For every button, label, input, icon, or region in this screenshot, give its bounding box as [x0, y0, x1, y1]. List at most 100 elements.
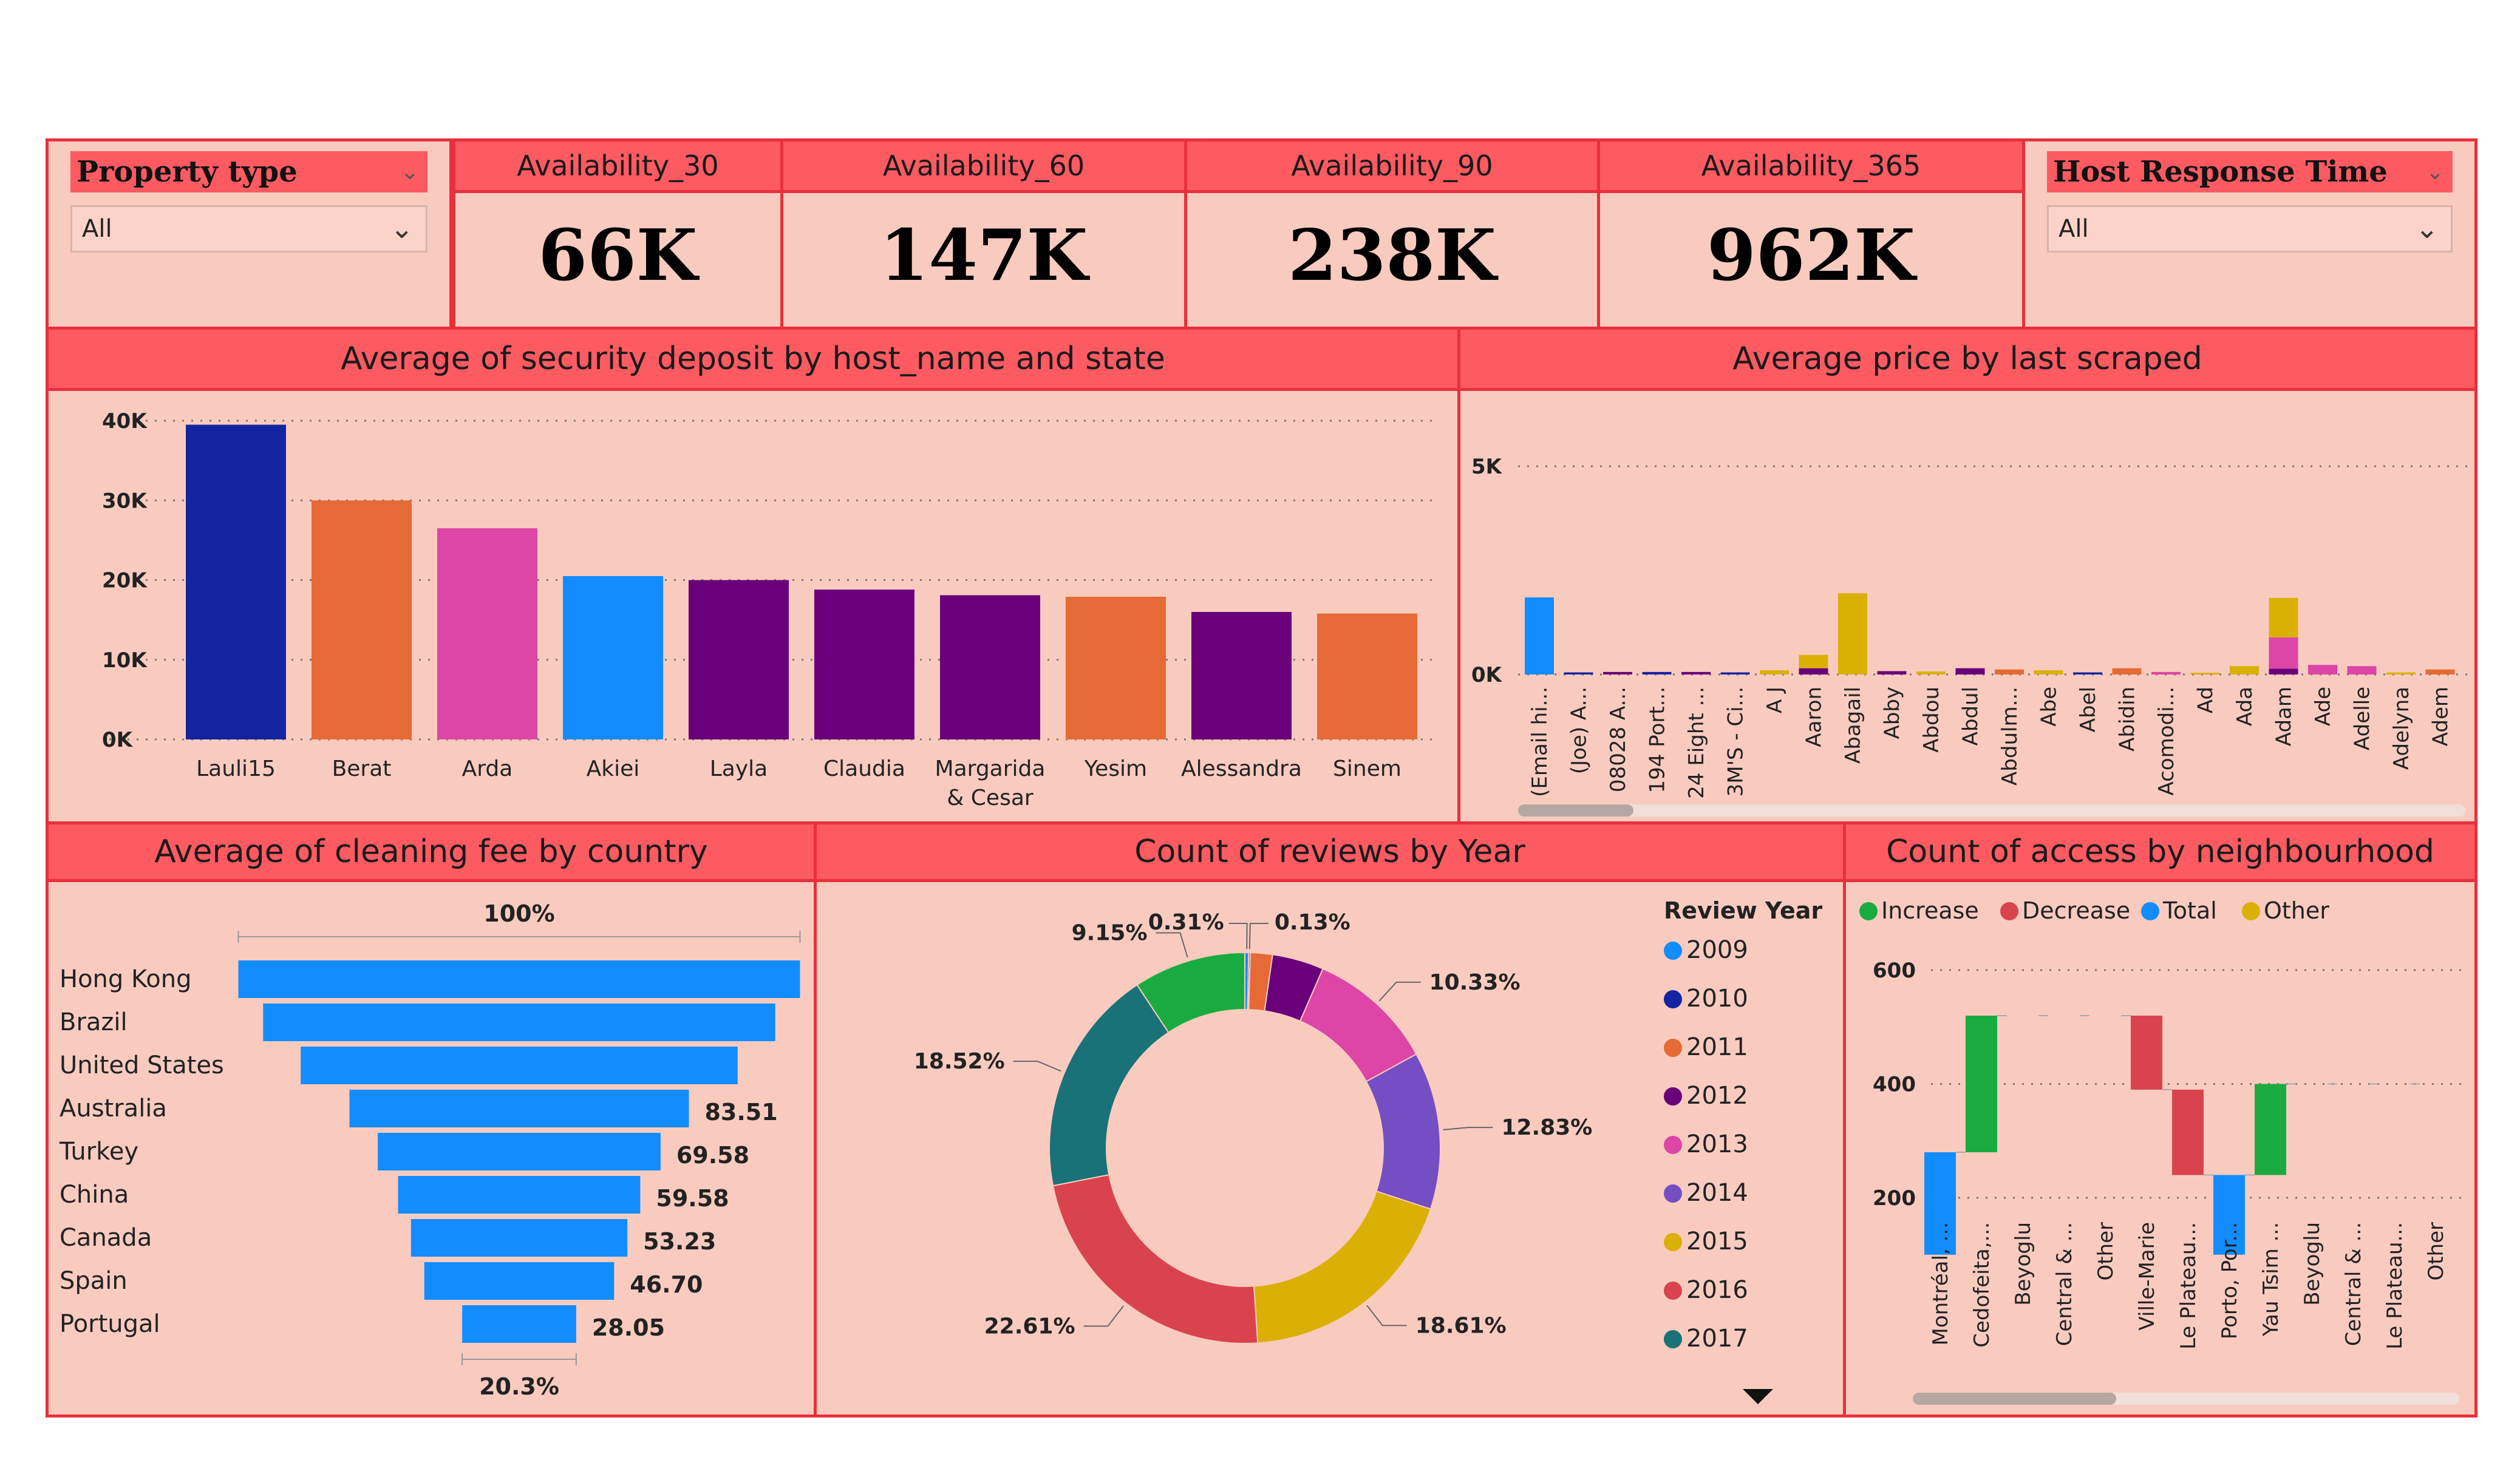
cleaning-fee-chart: 100% Hong Kong Brazil United States Australi… [59, 900, 801, 1400]
x-tick-label: Adem [2429, 687, 2453, 746]
data-label: 59.58 [656, 1185, 729, 1212]
access-chart-panel: Count of access by neighbourhood Increas… [1843, 821, 2477, 1418]
leader-line [1248, 923, 1269, 949]
legend-label: 2016 [1686, 1276, 1748, 1304]
security-deposit-chart-panel: Average of security deposit by host_name… [46, 327, 1460, 824]
price-chart: 0K 5K (Email hi... (Joe) A... 08028 A... 194 … [1471, 455, 2468, 817]
donut-slice [1049, 983, 1170, 1187]
legend-label: Other [2264, 897, 2329, 924]
x-tick-label: Abagail [1841, 687, 1865, 764]
x-tick-label: Beyoglu [2011, 1222, 2035, 1306]
kpi-value: 147K [879, 214, 1088, 297]
chevron-down-icon[interactable]: ⌄ [2415, 212, 2439, 245]
property-type-value: All [82, 215, 112, 243]
y-tick-label: 400 [1873, 1073, 1916, 1097]
y-tick-label: 5K [1471, 455, 1503, 479]
bar-segment [1916, 671, 1946, 674]
legend-marker [1859, 902, 1878, 920]
x-tick-label: Adam [2272, 687, 2297, 746]
x-tick-label: Layla [710, 756, 768, 781]
y-tick-label: 30K [102, 489, 148, 513]
price-chart-panel: Average price by last scraped 0K 5K (Email… [1457, 327, 2477, 824]
x-tick-label: Abdou [1919, 687, 1944, 753]
y-tick-label: 600 [1873, 959, 1916, 983]
x-tick-label: Acomodi... [2154, 687, 2179, 796]
data-label: 22.61% [984, 1314, 1075, 1339]
data-label: 10.33% [1429, 970, 1521, 995]
y-tick-label: 40K [102, 409, 148, 433]
legend-label: 2014 [1686, 1179, 1748, 1207]
x-tick-label: Akiei [587, 756, 640, 781]
category-label: China [60, 1181, 129, 1209]
host-response-time-value: All [2059, 215, 2089, 243]
x-tick-label: Berat [332, 756, 392, 781]
bar-segment [2190, 673, 2220, 674]
y-tick-label: 0K [1471, 663, 1503, 687]
x-tick-label: Abby [1881, 687, 1905, 739]
legend-label: Decrease [2022, 897, 2130, 924]
data-label: 69.58 [676, 1142, 749, 1169]
x-tick-label: Abdulm... [1998, 687, 2022, 786]
host-response-time-slicer: Host Response Time ⌄ All ⌄ [2022, 138, 2477, 330]
host-response-time-title: Host Response Time ⌄ [2047, 151, 2453, 192]
x-tick-label: Adelle [2351, 687, 2375, 750]
x-tick-label: Cedofeita,... [1970, 1222, 1994, 1348]
chevron-down-icon[interactable]: ⌄ [390, 212, 414, 245]
bar-segment [2034, 670, 2063, 674]
x-tick-label: Yau Tsim ... [2259, 1222, 2283, 1337]
x-tick-label: Le Plateau... [2176, 1222, 2201, 1350]
host-response-time-dropdown[interactable]: All ⌄ [2047, 205, 2453, 253]
x-tick-label: 3M'S - Ci... [1724, 687, 1748, 796]
bar-segment [1799, 668, 1828, 674]
x-tick-label: 24 Eight ... [1684, 687, 1709, 799]
bar [814, 589, 914, 739]
bar-segment [2308, 665, 2337, 674]
waterfall-bar [2131, 1016, 2162, 1090]
reviews-chart-panel: Count of reviews by Year 0.31% 0.13% 10.33… [814, 821, 1846, 1418]
kpi-value: 962K [1707, 214, 1915, 297]
category-label: Portugal [60, 1310, 160, 1338]
bar [563, 576, 663, 739]
bar [1191, 612, 1292, 739]
donut-slice [1365, 1053, 1441, 1210]
chevron-down-icon: ⌄ [2425, 160, 2444, 185]
scroll-down-icon [1743, 1389, 1773, 1404]
property-type-title: Property type ⌄ [70, 151, 427, 192]
property-type-dropdown[interactable]: All ⌄ [70, 205, 427, 253]
donut-slice [1253, 1190, 1432, 1344]
legend-label: 2013 [1686, 1130, 1748, 1158]
bar [689, 580, 789, 739]
funnel-top-label: 100% [483, 900, 554, 927]
cleaning-fee-chart-panel: Average of cleaning fee by country 100% H… [46, 821, 817, 1418]
x-tick-label: Other [2094, 1222, 2118, 1281]
legend-marker [1664, 990, 1682, 1008]
funnel-bar [301, 1047, 738, 1084]
kpi-card-availability-30: Availability_30 66K [452, 138, 783, 330]
property-type-title-text: Property type [77, 155, 298, 189]
x-tick-label: & Cesar [947, 786, 1034, 810]
kpi-label: Availability_60 [783, 141, 1184, 193]
data-label: 18.61% [1415, 1313, 1507, 1338]
leader-line [1013, 1061, 1061, 1072]
x-tick-label: Other [2424, 1222, 2448, 1281]
legend-label: 2012 [1686, 1082, 1748, 1110]
category-label: Spain [60, 1267, 128, 1295]
category-label: Brazil [60, 1008, 128, 1036]
legend-title: Review Year [1664, 897, 1822, 924]
bar-segment [1564, 672, 1593, 674]
x-tick-label: Central & ... [2341, 1222, 2366, 1346]
chevron-down-icon: ⌄ [400, 160, 419, 185]
legend-label: 2017 [1686, 1325, 1748, 1353]
legend-label: 2009 [1686, 936, 1748, 964]
data-label: 46.70 [630, 1271, 703, 1298]
leader-line [1443, 1127, 1493, 1130]
access-chart: Increase Decrease Total Other 200 400 600 Montr… [1859, 897, 2468, 1405]
data-label: 12.83% [1501, 1115, 1592, 1140]
scrollbar-track [1518, 804, 2465, 817]
category-label: Turkey [59, 1138, 138, 1166]
bar-segment [1720, 672, 1750, 674]
x-tick-label: Adelyna [2389, 687, 2414, 770]
scrollbar-thumb [1518, 804, 1633, 817]
x-tick-label: 194 Port... [1646, 687, 1670, 793]
x-tick-label: Ville-Marie [2135, 1222, 2159, 1331]
